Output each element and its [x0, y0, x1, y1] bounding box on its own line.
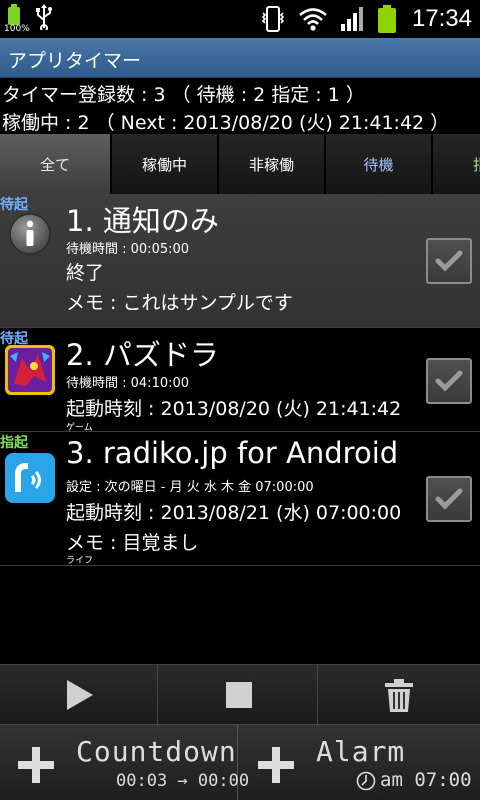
timer-row[interactable]: 指起 3. radiko.jp for Android 設定 : 次の曜日 - … — [0, 432, 480, 566]
timer-schedule: 設定 : 次の曜日 - 月 火 水 木 金 07:00:00 — [66, 480, 314, 495]
checkmark-icon — [435, 370, 463, 392]
control-bar — [0, 664, 480, 725]
tab-waiting[interactable]: 待機 — [326, 134, 433, 194]
timer-action: 終了 — [66, 262, 105, 284]
alarm-time: am 07:00 — [380, 769, 472, 791]
plus-icon — [258, 747, 294, 783]
stop-icon — [225, 682, 252, 708]
filter-tabs: 全て 稼働中 非稼働 待機 指 — [0, 134, 480, 194]
app-title: アプリタイマー — [8, 50, 142, 72]
app-title-bar: アプリタイマー — [0, 38, 480, 78]
info-icon — [9, 213, 51, 255]
timer-title: 3. radiko.jp for Android — [66, 436, 399, 470]
countdown-range: 00:03 → 00:00 — [116, 771, 250, 791]
timer-summary: タイマー登録数 : 3 （ 待機 : 2 指定 : 1 ） 稼働中 : 2 （ … — [0, 78, 480, 134]
play-icon — [66, 680, 93, 710]
timer-wait-time: 待機時間 : 04:10:00 — [66, 376, 190, 391]
signal-icon — [340, 7, 363, 31]
timer-memo: メモ : 目覚まし — [66, 532, 199, 554]
status-bar: 100% 17:34 — [0, 0, 480, 38]
checkmark-icon — [435, 488, 463, 510]
timer-app-category: ライフ — [66, 556, 94, 566]
timer-checkbox[interactable] — [426, 358, 472, 404]
timer-memo: メモ : これはサンプルです — [66, 292, 293, 314]
wifi-icon — [299, 8, 327, 31]
battery-percent: 100% — [4, 24, 30, 34]
add-alarm-button[interactable]: Alarm am 07:00 — [240, 725, 480, 800]
summary-next: 稼働中 : 2 （ Next : 2013/08/20 (火) 21:41:42… — [2, 112, 450, 134]
alarm-label: Alarm — [316, 735, 406, 768]
radiko-app-icon — [5, 453, 55, 503]
countdown-label: Countdown — [76, 735, 237, 768]
clock: 17:34 — [411, 5, 472, 32]
timer-launch-time: 起動時刻 : 2013/08/20 (火) 21:41:42 — [66, 398, 402, 420]
tab-running[interactable]: 稼働中 — [112, 134, 219, 194]
battery-icon — [377, 5, 396, 33]
tab-all[interactable]: 全て — [0, 134, 112, 194]
tab-scheduled[interactable]: 指 — [433, 134, 480, 194]
timer-launch-time: 起動時刻 : 2013/08/21 (水) 07:00:00 — [66, 502, 402, 524]
vibrate-icon — [261, 6, 285, 32]
tab-not-running[interactable]: 非稼働 — [219, 134, 326, 194]
timer-checkbox[interactable] — [426, 476, 472, 522]
summary-counts: タイマー登録数 : 3 （ 待機 : 2 指定 : 1 ） — [2, 84, 365, 106]
timer-row[interactable]: 待起 2. パズドラ 待機時間 : 04:10:00 起動時刻 : 2013/0… — [0, 328, 480, 433]
battery-small-icon: 100% — [4, 4, 30, 34]
plus-icon — [18, 747, 54, 783]
timer-title: 2. パズドラ — [66, 338, 219, 372]
timer-badge: 待起 — [0, 197, 28, 213]
timer-row[interactable]: 待起 1. 通知のみ 待機時間 : 00:05:00 終了 メモ : これはサン… — [0, 194, 480, 328]
timer-wait-time: 待機時間 : 00:05:00 — [66, 242, 190, 257]
add-countdown-button[interactable]: Countdown 00:03 → 00:00 — [0, 725, 249, 800]
usb-icon — [36, 4, 52, 30]
stop-button[interactable] — [160, 665, 318, 725]
play-button[interactable] — [0, 665, 158, 725]
timer-badge: 指起 — [0, 435, 28, 451]
trash-icon — [385, 679, 413, 712]
timer-title: 1. 通知のみ — [66, 204, 219, 238]
delete-button[interactable] — [320, 665, 478, 725]
puzzle-dragons-app-icon — [5, 345, 55, 395]
checkmark-icon — [435, 250, 463, 272]
add-timer-bar: Countdown 00:03 → 00:00 Alarm am 07:00 — [0, 724, 480, 800]
timer-checkbox[interactable] — [426, 238, 472, 284]
clock-icon — [356, 771, 376, 791]
